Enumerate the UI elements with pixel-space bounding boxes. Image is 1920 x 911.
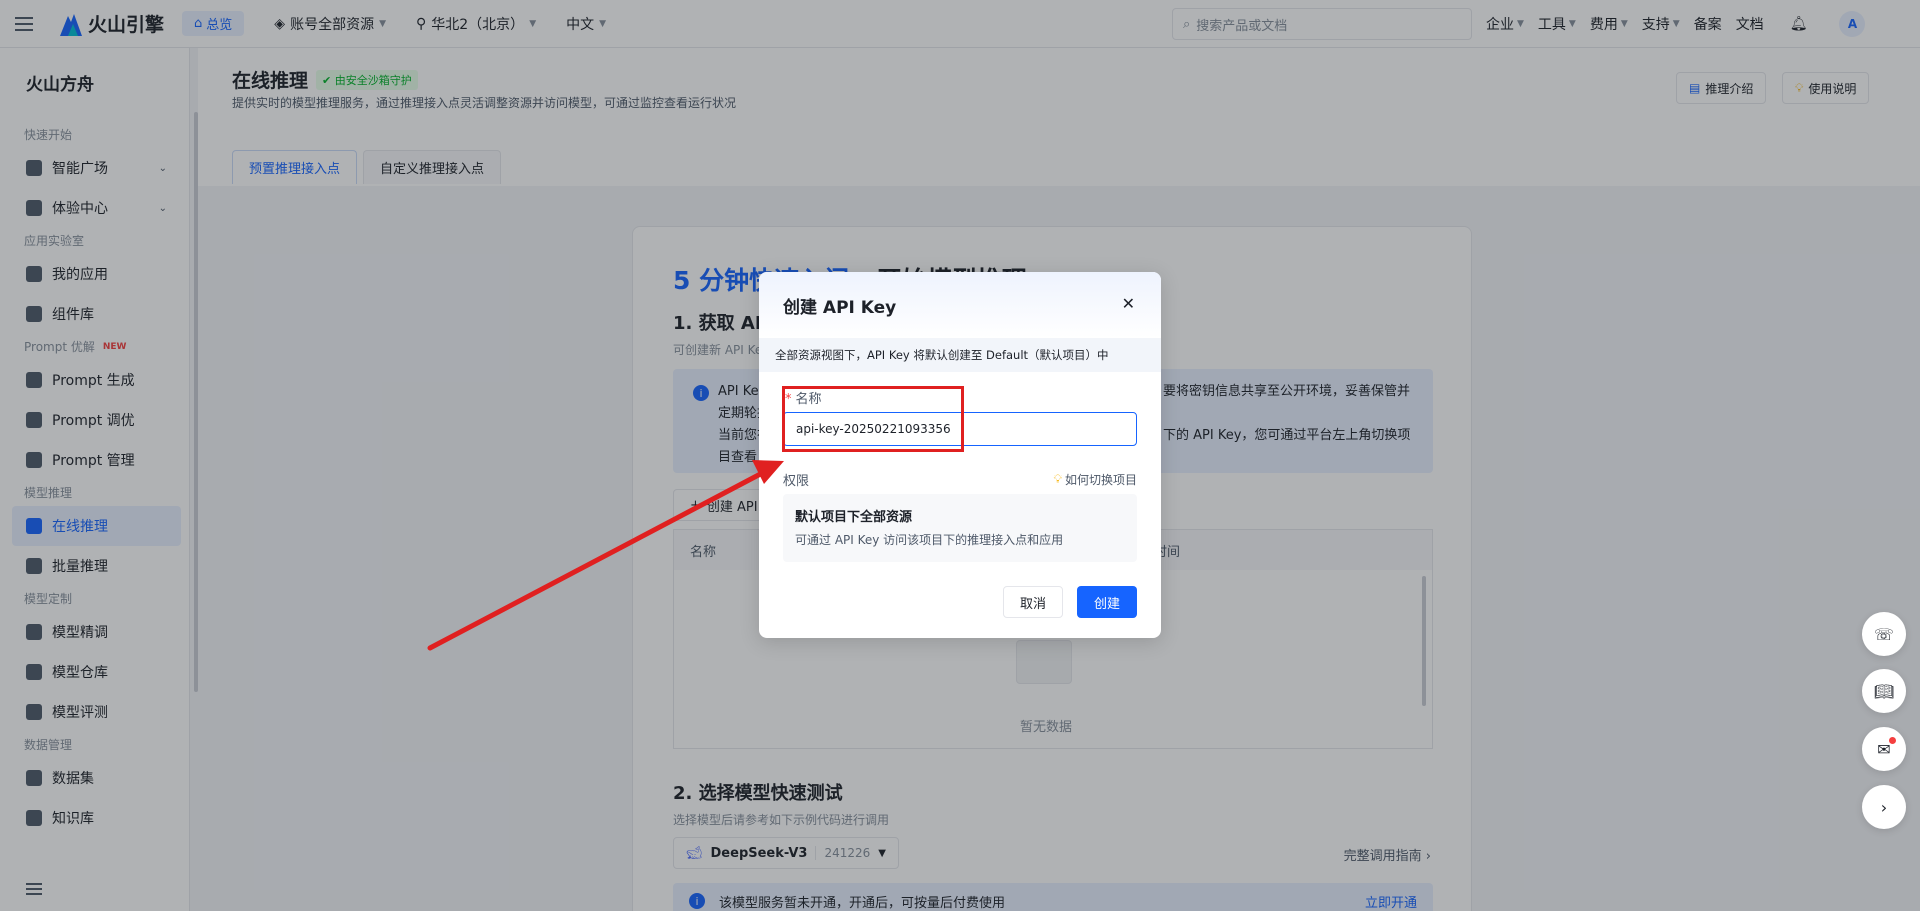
annotation-highlight-box — [782, 386, 964, 452]
chevron-right-icon[interactable]: › — [1862, 785, 1906, 829]
dialog-header: 创建 API Key ✕ — [759, 272, 1161, 338]
create-api-key-dialog: 创建 API Key ✕ 全部资源视图下，API Key 将默认创建至 Defa… — [759, 272, 1161, 638]
dialog-notice: 全部资源视图下，API Key 将默认创建至 Default（默认项目）中 — [759, 338, 1161, 372]
permission-title: 默认项目下全部资源 — [795, 510, 913, 525]
create-button[interactable]: 创建 — [1077, 586, 1137, 618]
bulb-icon: 💡︎ — [1053, 472, 1062, 486]
dialog-title: 创建 API Key — [783, 297, 897, 318]
close-icon[interactable]: ✕ — [1122, 294, 1135, 313]
permission-box: 默认项目下全部资源 可通过 API Key 访问该项目下的推理接入点和应用 — [783, 494, 1137, 562]
switch-project-help-text: 如何切换项目 — [1064, 473, 1137, 487]
customer-service-icon[interactable]: ☏ — [1862, 612, 1906, 656]
feedback-icon[interactable]: ✉ — [1862, 727, 1906, 771]
permission-desc: 可通过 API Key 访问该项目下的推理接入点和应用 — [795, 533, 1064, 547]
switch-project-help[interactable]: 💡︎ 如何切换项目 — [1054, 471, 1137, 488]
permission-label: 权限 — [783, 474, 810, 489]
notification-dot — [1889, 737, 1896, 744]
cancel-button[interactable]: 取消 — [1003, 586, 1063, 618]
book-icon[interactable]: 📖︎ — [1862, 669, 1906, 713]
